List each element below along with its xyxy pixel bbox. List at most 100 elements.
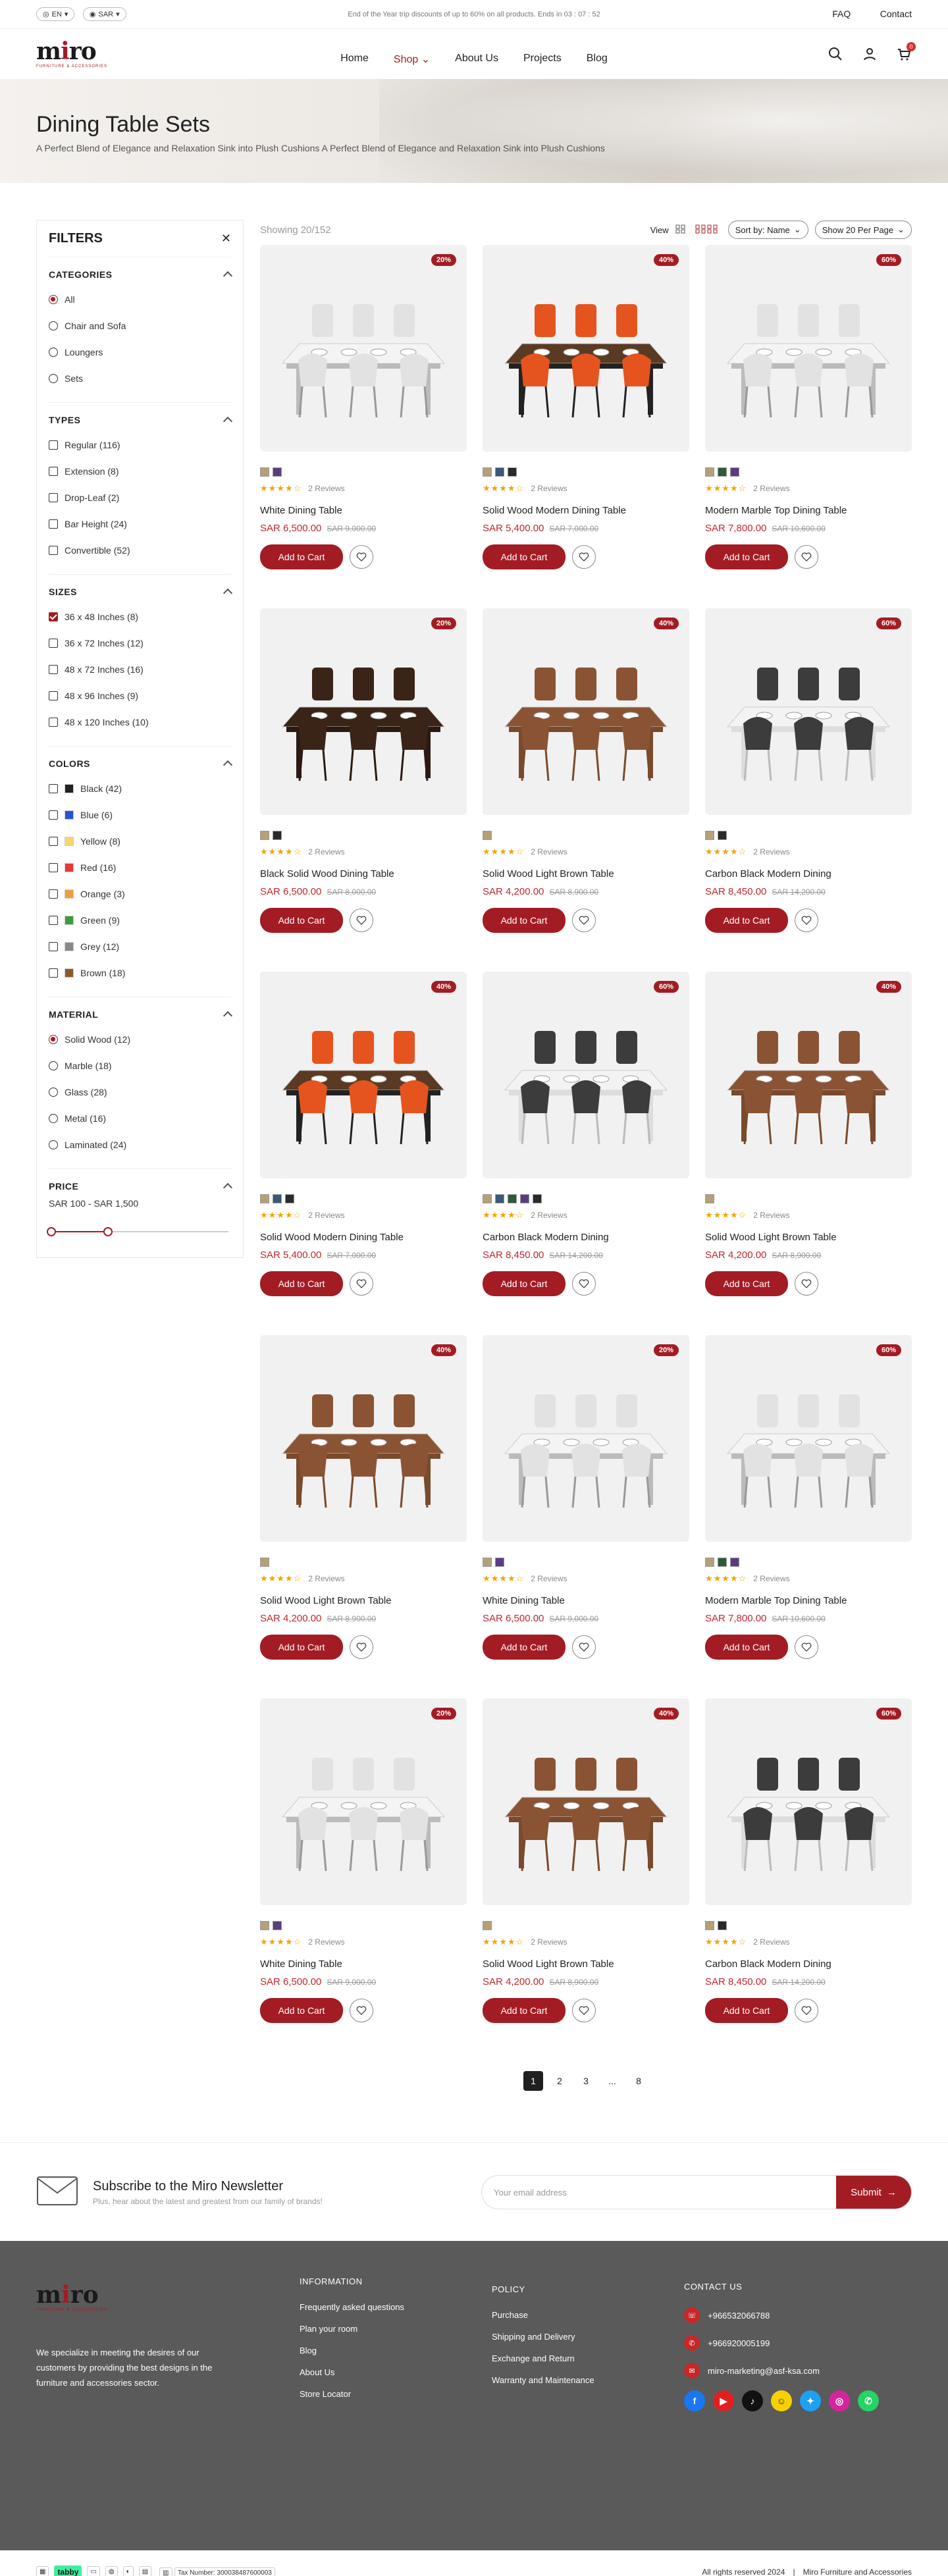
product-card[interactable]: 20% ★★★★☆ 2 Reviews Black Solid Wood Dining… bbox=[260, 608, 467, 972]
product-name[interactable]: Modern Marble Top Dining Table bbox=[705, 1595, 912, 1606]
color-swatch[interactable] bbox=[730, 467, 739, 477]
filter-option[interactable]: Blue (6) bbox=[49, 802, 231, 828]
add-to-cart-button[interactable]: Add to Cart bbox=[705, 1635, 788, 1660]
price-slider-max-handle[interactable] bbox=[103, 1227, 113, 1236]
footer-link[interactable]: Plan your room bbox=[300, 2324, 492, 2334]
checkbox[interactable] bbox=[49, 691, 58, 700]
radio-button[interactable] bbox=[49, 295, 58, 304]
instagram-icon[interactable]: ◎ bbox=[829, 2390, 850, 2411]
radio-button[interactable] bbox=[49, 1088, 58, 1097]
radio-button[interactable] bbox=[49, 321, 58, 330]
checkbox[interactable] bbox=[49, 863, 58, 872]
checkbox[interactable] bbox=[49, 612, 58, 621]
cart-icon[interactable]: 0 bbox=[896, 42, 916, 62]
radio-button[interactable] bbox=[49, 348, 58, 357]
footer-link[interactable]: Exchange and Return bbox=[492, 2353, 684, 2363]
chevron-up-icon[interactable] bbox=[223, 271, 233, 281]
grid-4-icon[interactable] bbox=[695, 224, 722, 236]
color-swatch[interactable] bbox=[718, 1921, 727, 1930]
filter-option[interactable]: Solid Wood (12) bbox=[49, 1026, 231, 1053]
product-name[interactable]: Black Solid Wood Dining Table bbox=[260, 868, 467, 880]
wishlist-heart-icon[interactable] bbox=[795, 1999, 818, 2022]
product-card[interactable]: 60% ★★★★☆ 2 Reviews Carbon Black Modern Din… bbox=[483, 972, 689, 1335]
footer-link[interactable]: Store Locator bbox=[300, 2389, 492, 2399]
filter-option[interactable]: Sets bbox=[49, 365, 231, 392]
add-to-cart-button[interactable]: Add to Cart bbox=[260, 908, 343, 933]
color-swatch[interactable] bbox=[533, 1194, 542, 1203]
filter-option[interactable]: Regular (116) bbox=[49, 432, 231, 458]
product-card[interactable]: 20% ★★★★☆ 2 Reviews White Dining Table SAR 6… bbox=[483, 1335, 689, 1698]
checkbox[interactable] bbox=[49, 440, 58, 450]
checkbox[interactable] bbox=[49, 519, 58, 529]
filter-option[interactable]: Extension (8) bbox=[49, 458, 231, 485]
nav-shop[interactable]: Shop ⌄ bbox=[394, 53, 430, 66]
add-to-cart-button[interactable]: Add to Cart bbox=[483, 1635, 566, 1660]
product-name[interactable]: Carbon Black Modern Dining bbox=[483, 1232, 689, 1243]
product-card[interactable]: 40% ★★★★☆ 2 Reviews Solid Wood Light Brown … bbox=[483, 1698, 689, 2062]
filter-option[interactable]: Loungers bbox=[49, 339, 231, 365]
wishlist-heart-icon[interactable] bbox=[350, 545, 373, 569]
twitter-icon[interactable]: ✦ bbox=[800, 2390, 821, 2411]
add-to-cart-button[interactable]: Add to Cart bbox=[483, 908, 566, 933]
color-swatch[interactable] bbox=[260, 831, 269, 840]
price-slider[interactable] bbox=[47, 1227, 228, 1236]
product-card[interactable]: 60% ★★★★☆ 2 Reviews Carbon Black Modern Din… bbox=[705, 1698, 912, 2062]
product-card[interactable]: 60% ★★★★☆ 2 Reviews Modern Marble Top Dinin… bbox=[705, 1335, 912, 1698]
wishlist-heart-icon[interactable] bbox=[572, 1272, 596, 1296]
checkbox[interactable] bbox=[49, 718, 58, 727]
add-to-cart-button[interactable]: Add to Cart bbox=[705, 544, 788, 569]
product-image[interactable]: 40% bbox=[260, 1335, 467, 1542]
chevron-up-icon[interactable] bbox=[223, 1011, 233, 1021]
product-name[interactable]: Solid Wood Light Brown Table bbox=[705, 1232, 912, 1243]
color-swatch[interactable] bbox=[718, 831, 727, 840]
radio-button[interactable] bbox=[49, 1035, 58, 1044]
search-icon[interactable] bbox=[828, 46, 843, 62]
add-to-cart-button[interactable]: Add to Cart bbox=[705, 1998, 788, 2023]
filter-option[interactable]: 48 x 72 Inches (16) bbox=[49, 656, 231, 683]
color-swatch[interactable] bbox=[705, 1921, 714, 1930]
wishlist-heart-icon[interactable] bbox=[795, 1272, 818, 1296]
color-swatch[interactable] bbox=[483, 831, 492, 840]
product-image[interactable]: 20% bbox=[260, 245, 467, 452]
add-to-cart-button[interactable]: Add to Cart bbox=[260, 544, 343, 569]
product-name[interactable]: Solid Wood Modern Dining Table bbox=[260, 1232, 467, 1243]
color-swatch[interactable] bbox=[718, 1558, 727, 1567]
checkbox[interactable] bbox=[49, 810, 58, 820]
color-swatch[interactable] bbox=[705, 831, 714, 840]
color-swatch[interactable] bbox=[718, 467, 727, 477]
page-3[interactable]: 3 bbox=[576, 2071, 596, 2091]
checkbox[interactable] bbox=[49, 467, 58, 476]
radio-button[interactable] bbox=[49, 374, 58, 383]
color-swatch[interactable] bbox=[483, 1194, 492, 1203]
sort-select[interactable]: Sort by: Name ⌄ bbox=[727, 221, 808, 239]
footer-link[interactable]: Blog bbox=[300, 2346, 492, 2355]
add-to-cart-button[interactable]: Add to Cart bbox=[705, 908, 788, 933]
filter-option[interactable]: Marble (18) bbox=[49, 1053, 231, 1079]
filter-option[interactable]: Black (42) bbox=[49, 775, 231, 802]
grid-2-icon[interactable] bbox=[675, 224, 689, 236]
nav-about[interactable]: About Us bbox=[455, 53, 498, 66]
radio-button[interactable] bbox=[49, 1061, 58, 1070]
color-swatch[interactable] bbox=[260, 467, 269, 477]
product-image[interactable]: 60% bbox=[705, 245, 912, 452]
page-2[interactable]: 2 bbox=[550, 2071, 569, 2091]
facebook-icon[interactable]: f bbox=[684, 2390, 705, 2411]
color-swatch[interactable] bbox=[260, 1921, 269, 1930]
product-card[interactable]: 60% ★★★★☆ 2 Reviews Carbon Black Modern Din… bbox=[705, 608, 912, 972]
footer-link[interactable]: Warranty and Maintenance bbox=[492, 2375, 684, 2385]
color-swatch[interactable] bbox=[705, 467, 714, 477]
product-name[interactable]: Solid Wood Modern Dining Table bbox=[483, 505, 689, 516]
wishlist-heart-icon[interactable] bbox=[795, 545, 818, 569]
wishlist-heart-icon[interactable] bbox=[572, 545, 596, 569]
product-image[interactable]: 60% bbox=[705, 608, 912, 815]
color-swatch[interactable] bbox=[495, 1558, 504, 1567]
wishlist-heart-icon[interactable] bbox=[350, 908, 373, 932]
checkbox[interactable] bbox=[49, 493, 58, 502]
radio-button[interactable] bbox=[49, 1114, 58, 1123]
filter-option[interactable]: All bbox=[49, 286, 231, 313]
product-image[interactable]: 40% bbox=[483, 608, 689, 815]
color-swatch[interactable] bbox=[730, 1558, 739, 1567]
filter-option[interactable]: Bar Height (24) bbox=[49, 511, 231, 537]
whatsapp-icon[interactable]: ✆ bbox=[858, 2390, 879, 2411]
color-swatch[interactable] bbox=[260, 1194, 269, 1203]
